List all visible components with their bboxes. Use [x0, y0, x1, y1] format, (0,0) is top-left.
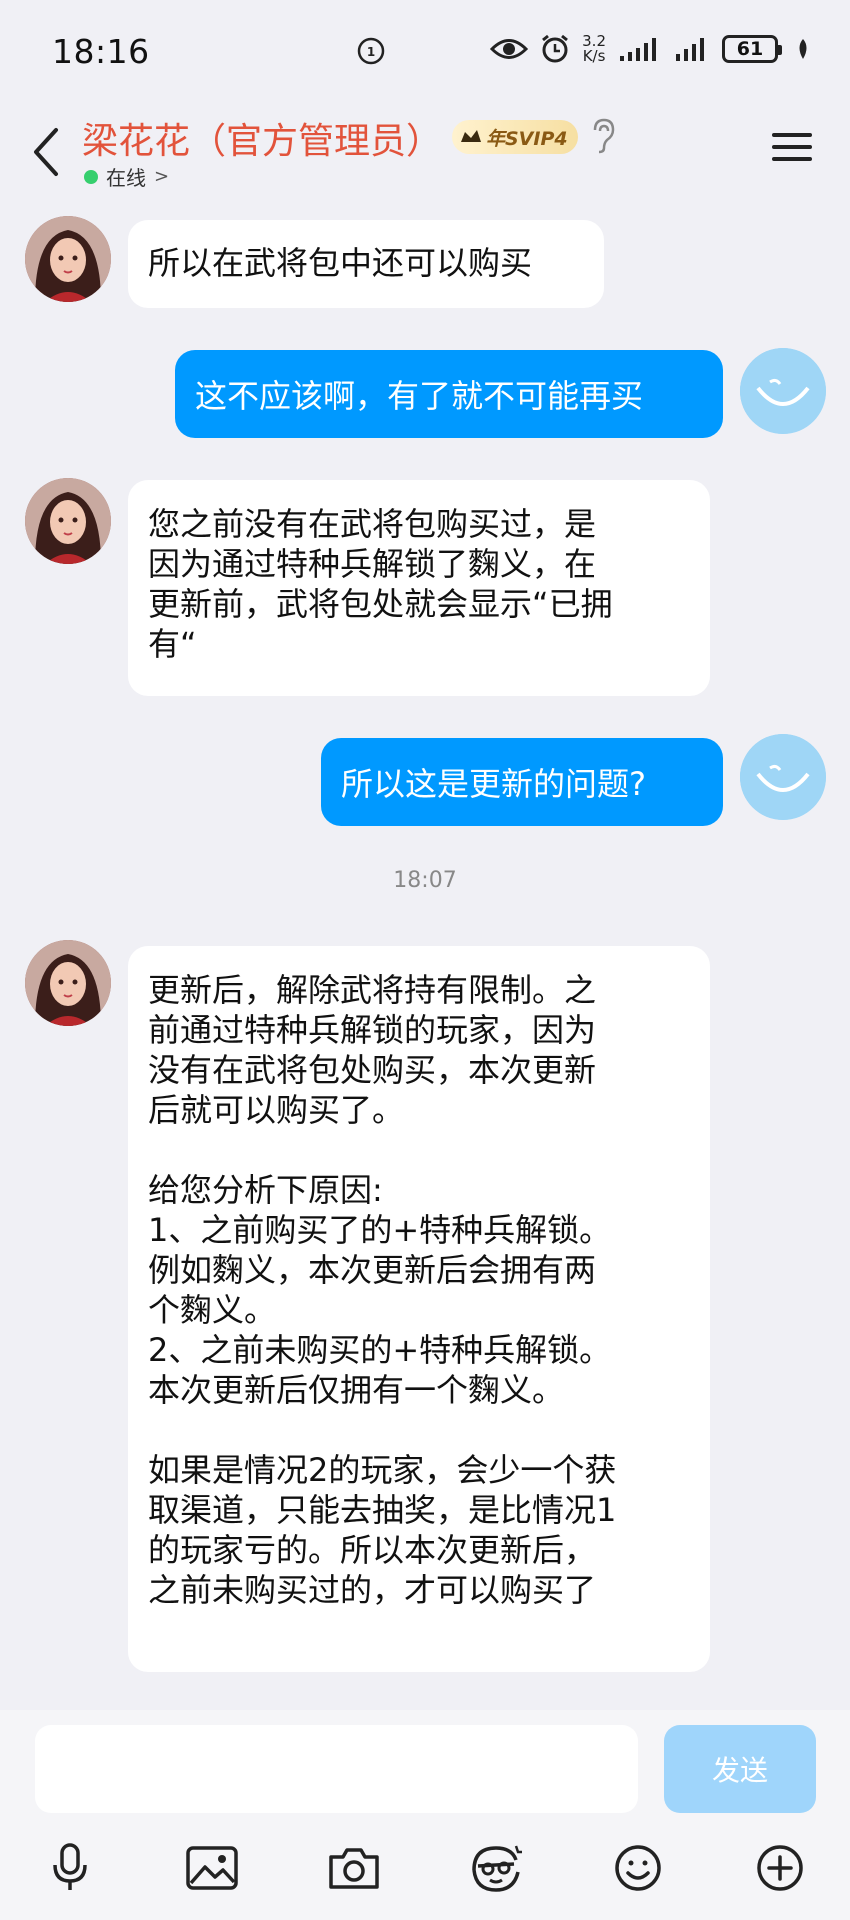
chat-header: 梁花花（官方管理员） 年SVIP4 在线 > — [0, 104, 850, 200]
svip-badge[interactable]: 年SVIP4 — [452, 120, 578, 154]
plus-icon[interactable] — [750, 1838, 810, 1898]
online-dot-icon — [84, 169, 98, 184]
menu-icon[interactable] — [772, 130, 812, 168]
message-bubble-incoming[interactable]: 您之前没有在武将包购买过，是 因为通过特种兵解锁了麴义，在 更新前，武将包处就会… — [128, 480, 710, 696]
battery-indicator: 61 — [722, 35, 782, 63]
hearing-icon[interactable] — [590, 118, 616, 158]
leaf-icon — [796, 37, 810, 61]
message-bubble-incoming[interactable]: 更新后，解除武将持有限制。之 前通过特种兵解锁的玩家，因为 没有在武将包处购买，… — [128, 946, 710, 1672]
status-icons: 3.2 K/s 61 — [490, 34, 810, 64]
composer: 发送 — [0, 1710, 850, 1920]
contact-avatar[interactable] — [25, 940, 111, 1026]
user-avatar[interactable] — [740, 734, 826, 820]
time-divider: 18:07 — [393, 868, 457, 893]
alarm-icon — [540, 34, 570, 64]
send-button[interactable]: 发送 — [664, 1725, 816, 1813]
emoji-icon[interactable] — [608, 1838, 668, 1898]
chevron-right-icon: > — [154, 166, 170, 187]
camera-icon[interactable] — [324, 1838, 384, 1898]
contact-avatar[interactable] — [25, 216, 111, 302]
signal-strength-icon-1 — [618, 36, 662, 62]
image-icon[interactable] — [182, 1838, 242, 1898]
back-icon[interactable] — [28, 124, 64, 180]
user-avatar[interactable] — [740, 348, 826, 434]
svg-text:1: 1 — [367, 45, 375, 59]
eye-icon — [490, 36, 529, 62]
message-bubble-outgoing[interactable]: 所以这是更新的问题? — [321, 738, 723, 826]
network-speed: 3.2 K/s — [582, 32, 606, 65]
online-status[interactable]: 在线 > — [84, 162, 169, 191]
contact-avatar[interactable] — [25, 478, 111, 564]
hd-calling-icon: 1 — [356, 36, 386, 70]
composer-toolbar — [0, 1838, 850, 1908]
message-bubble-incoming[interactable]: 所以在武将包中还可以购买 — [128, 220, 604, 308]
message-input[interactable] — [35, 1725, 638, 1813]
status-bar: 18:16 1 3.2 K/s 61 — [0, 0, 850, 104]
contact-name[interactable]: 梁花花（官方管理员） — [82, 112, 442, 164]
status-time: 18:16 — [52, 32, 150, 71]
microphone-icon[interactable] — [40, 1838, 100, 1898]
message-bubble-outgoing[interactable]: 这不应该啊，有了就不可能再买 — [175, 350, 723, 438]
vip-crown-icon — [461, 130, 481, 142]
signal-strength-icon-2 — [674, 36, 710, 62]
sticker-face-icon[interactable] — [466, 1838, 526, 1898]
